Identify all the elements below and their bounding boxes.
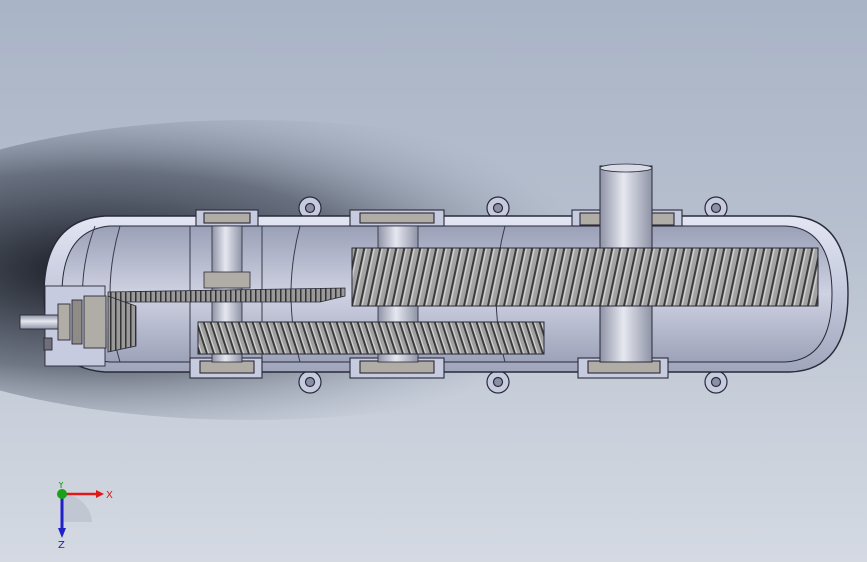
gearbox-section-view[interactable] [0, 0, 867, 562]
x-axis-label: X [106, 490, 113, 501]
gear-hub [203, 271, 251, 289]
lower-helical-gear [197, 321, 545, 355]
bevel-pinion [107, 295, 137, 353]
y-axis-label: Y [57, 482, 65, 491]
output-shaft-end [599, 163, 653, 173]
graphics-viewport[interactable]: X Y Z [0, 0, 867, 562]
triad-plane [62, 493, 92, 522]
z-axis-label: Z [58, 540, 65, 551]
large-helical-gear [351, 247, 819, 307]
z-axis-arrow [58, 528, 66, 538]
coordinate-triad[interactable]: X Y Z [40, 482, 120, 552]
x-axis-arrow [96, 490, 104, 498]
